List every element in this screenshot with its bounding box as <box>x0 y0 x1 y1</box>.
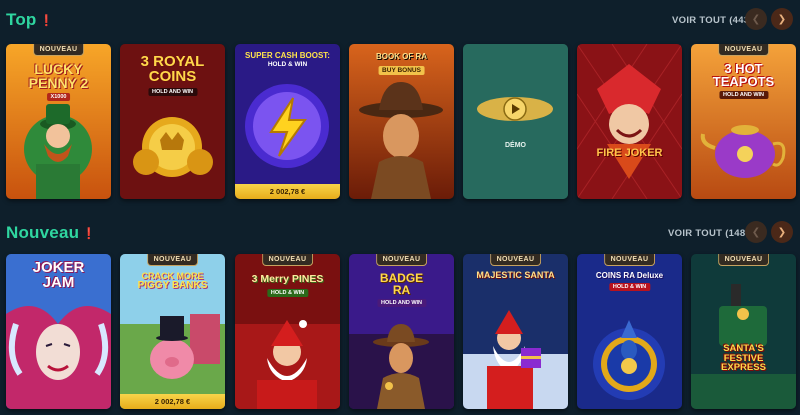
game-title: BADGE RA <box>379 271 424 297</box>
game-card-demo[interactable]: DÉMO <box>463 44 568 199</box>
game-title: COINS RA Deluxe <box>595 271 664 280</box>
nouveau-badge: NOUVEAU <box>32 44 85 56</box>
nouveau-badge: NOUVEAU <box>603 254 656 266</box>
game-subtitle: X1000 <box>46 93 71 101</box>
nouveau-badge: NOUVEAU <box>489 254 542 266</box>
game-title: LUCKY PENNY 2 <box>28 61 89 91</box>
swirl-icon: ❗ <box>39 14 54 27</box>
nouveau-badge: NOUVEAU <box>717 44 770 56</box>
nouveau-badge: NOUVEAU <box>375 254 428 266</box>
game-subtitle: HOLD AND WIN <box>376 299 427 307</box>
festive-express-art <box>691 254 796 409</box>
section-title-nouveau: Nouveau ❗ <box>6 223 97 242</box>
carousel-prev-button-top[interactable]: ❮ <box>745 8 767 30</box>
game-title: 3 Merry PINES <box>251 273 324 285</box>
game-subtitle: HOLD & WIN <box>266 289 309 297</box>
game-subtitle: BUY BONUS <box>378 66 425 75</box>
game-title: 3 ROYAL COINS <box>140 53 205 85</box>
game-card-majestic-santa[interactable]: NOUVEAU MAJESTIC SANTA <box>463 254 568 409</box>
game-card-3-royal-coins[interactable]: 3 ROYAL COINS HOLD AND WIN <box>120 44 225 199</box>
game-card-badge-of-ra[interactable]: NOUVEAU BADGE RA HOLD AND WIN <box>349 254 454 409</box>
section-title-top: Top ❗ <box>6 10 54 29</box>
carousel-next-button-nouveau[interactable]: ❯ <box>771 221 793 243</box>
top-section-header: Top ❗ VOIR TOUT (443) ❮ ❯ <box>0 0 800 38</box>
nouveau-section: Nouveau ❗ VOIR TOUT (1487) ❮ ❯ JOKER JAM <box>0 213 800 415</box>
jackpot-amount: 2 002,78 € <box>235 184 340 199</box>
chevron-right-icon: ❯ <box>777 13 787 25</box>
game-card-coins-of-ra-deluxe[interactable]: NOUVEAU COINS RA Deluxe HOLD & WIN <box>577 254 682 409</box>
nouveau-games-row: JOKER JAM NOUVEAU CRACK MORE PIGGY BANKS… <box>6 254 800 412</box>
game-title: MAJESTIC SANTA <box>476 270 555 280</box>
game-card-joker-jam[interactable]: JOKER JAM <box>6 254 111 409</box>
chevron-right-icon: ❯ <box>777 226 787 238</box>
top-games-row: NOUVEAU LUCKY PENNY 2 X1000 3 ROYAL COIN… <box>6 44 800 202</box>
nouveau-section-header: Nouveau ❗ VOIR TOUT (1487) ❮ ❯ <box>0 213 800 251</box>
game-card-lucky-penny-2[interactable]: NOUVEAU LUCKY PENNY 2 X1000 <box>6 44 111 199</box>
game-title: FIRE JOKER <box>596 147 663 159</box>
game-card-book-of-ra[interactable]: BOOK OF RA BUY BONUS <box>349 44 454 199</box>
carousel-prev-button-nouveau[interactable]: ❮ <box>745 221 767 243</box>
game-card-fire-joker[interactable]: FIRE JOKER <box>577 44 682 199</box>
voir-tout-nouveau-link[interactable]: VOIR TOUT (1487) <box>668 228 754 239</box>
game-title: 3 HOT TEAPOTS <box>712 61 775 89</box>
nouveau-badge: NOUVEAU <box>146 254 199 266</box>
game-subtitle: HOLD & WIN <box>608 283 651 291</box>
game-title: SUPER CASH BOOST: HOLD & WIN <box>245 51 330 68</box>
game-title: SANTA'S FESTIVE EXPRESS <box>721 343 766 373</box>
chevron-left-icon: ❮ <box>751 226 761 238</box>
nouveau-badge: NOUVEAU <box>261 254 314 266</box>
demo-label: DÉMO <box>505 142 526 149</box>
game-card-3-merry-pines[interactable]: NOUVEAU 3 Merry PINES HOLD & WIN <box>235 254 340 409</box>
game-subtitle: HOLD AND WIN <box>147 88 198 96</box>
game-card-crack-more-piggy-banks[interactable]: NOUVEAU CRACK MORE PIGGY BANKS 2 002,78 … <box>120 254 225 409</box>
fire-joker-art <box>577 44 682 199</box>
voir-tout-top-link[interactable]: VOIR TOUT (443) <box>672 15 753 26</box>
game-card-santas-festive-express[interactable]: NOUVEAU SANTA'S FESTIVE EXPRESS <box>691 254 796 409</box>
carousel-next-button-top[interactable]: ❯ <box>771 8 793 30</box>
top-section: Top ❗ VOIR TOUT (443) ❮ ❯ NOUVEAU LUCKY … <box>0 0 800 205</box>
swirl-icon: ❗ <box>82 227 97 240</box>
chevron-left-icon: ❮ <box>751 13 761 25</box>
nouveau-badge: NOUVEAU <box>717 254 770 266</box>
game-title: JOKER JAM <box>32 259 85 291</box>
game-title: CRACK MORE PIGGY BANKS <box>137 271 208 291</box>
jackpot-amount: 2 002,78 € <box>120 394 225 409</box>
game-card-3-hot-teapots[interactable]: NOUVEAU 3 HOT TEAPOTS HOLD AND WIN <box>691 44 796 199</box>
demo-art <box>463 44 568 199</box>
game-title: BOOK OF RA <box>375 52 428 61</box>
game-subtitle: HOLD AND WIN <box>718 91 769 99</box>
game-card-super-cash-boost[interactable]: SUPER CASH BOOST: HOLD & WIN 2 002,78 € <box>235 44 340 199</box>
